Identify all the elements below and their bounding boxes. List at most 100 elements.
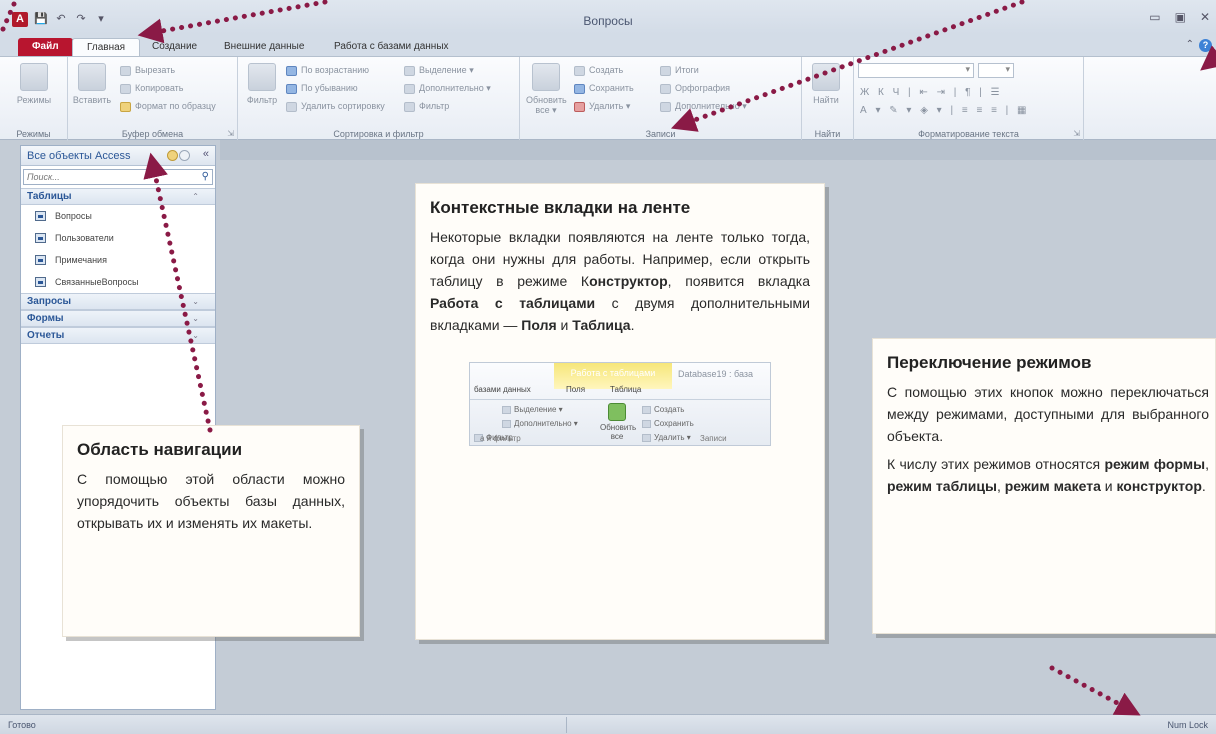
- callout-tabs-bold-1: онструктор: [589, 273, 668, 289]
- totals-button[interactable]: Итоги: [660, 65, 699, 76]
- new-record-button[interactable]: Создать: [574, 65, 623, 76]
- callout-tabs-bold-3: Поля: [521, 317, 557, 333]
- callout-modes-title: Переключение режимов: [887, 353, 1092, 372]
- font-name-combo[interactable]: [858, 63, 974, 78]
- close-icon[interactable]: ✕: [1200, 10, 1210, 24]
- views-button[interactable]: Режимы: [14, 63, 54, 105]
- refresh-label: Обновить все: [526, 95, 567, 115]
- nav-item-label: Примечания: [55, 255, 107, 265]
- mini-tab-db: базами данных: [474, 385, 531, 394]
- group-views-label: Режимы: [16, 129, 51, 139]
- group-sort-filter: Фильтр По возрастанию По убыванию Удалит…: [238, 57, 520, 141]
- text-format-row-1[interactable]: Ж К Ч | ⇤ ⇥ | ¶ | ☰: [860, 87, 1003, 98]
- mini-tab-fields: Поля: [566, 385, 586, 394]
- status-divider: [566, 717, 567, 733]
- format-painter-button[interactable]: Формат по образцу: [120, 101, 216, 112]
- callout-tabs-text-2: , появится вкладка: [667, 273, 810, 289]
- nav-item-table[interactable]: Примечания: [21, 249, 215, 271]
- text-format-launcher-icon[interactable]: ⇲: [1073, 129, 1080, 138]
- mini-new-icon: [642, 405, 651, 414]
- refresh-all-button[interactable]: Обновить все ▾: [526, 63, 567, 116]
- mini-divider: [470, 399, 770, 400]
- advanced-filter-button[interactable]: Дополнительно ▾: [404, 83, 491, 94]
- nav-item-table[interactable]: СвязанныеВопросы: [21, 271, 215, 293]
- nav-group-tables[interactable]: Таблицы ⌃: [21, 188, 215, 205]
- maximize-icon[interactable]: ▣: [1175, 10, 1186, 24]
- more-records-button[interactable]: Дополнительно ▾: [660, 101, 747, 112]
- nav-title[interactable]: Все объекты Access: [27, 150, 130, 162]
- mini-refresh-label: Обновить все: [600, 423, 637, 441]
- chevron-down-icon: ⌄: [192, 297, 199, 306]
- status-bar: Готово Num Lock: [0, 714, 1216, 734]
- mini-advanced: Дополнительно ▾: [502, 419, 578, 428]
- table-icon: [35, 277, 46, 287]
- nav-item-label: Пользователи: [55, 233, 114, 243]
- filter-button[interactable]: Фильтр: [242, 63, 282, 105]
- callout-navigation-pane: Область навигации С помощью этой области…: [62, 425, 360, 637]
- new-record-icon: [574, 65, 585, 76]
- mode-design: конструктор: [1116, 478, 1202, 494]
- sort-desc-icon: [286, 83, 297, 94]
- mini-advanced-label: Дополнительно: [514, 419, 572, 428]
- binoculars-icon: [812, 63, 840, 91]
- minimize-ribbon-icon[interactable]: ⌃: [1186, 39, 1194, 50]
- mode-layout: режим макета: [1004, 478, 1101, 494]
- spelling-button[interactable]: Орфография: [660, 83, 730, 94]
- delete-record-button[interactable]: Удалить ▾: [574, 101, 630, 112]
- nav-group-reports[interactable]: Отчеты ⌄: [21, 327, 215, 344]
- sigma-icon: [660, 65, 671, 76]
- nav-dropdown-icon[interactable]: [179, 150, 190, 161]
- nav-search-input[interactable]: [24, 170, 189, 184]
- callout-view-switching: Переключение режимов С помощью этих кноп…: [872, 338, 1216, 634]
- sort-asc-icon: [286, 65, 297, 76]
- filter-label: Фильтр: [246, 95, 278, 105]
- minimize-icon[interactable]: ▭: [1149, 10, 1160, 24]
- chevron-down-icon: ⌄: [192, 331, 199, 340]
- clipboard-launcher-icon[interactable]: ⇲: [227, 129, 234, 138]
- tab-create[interactable]: Создание: [138, 38, 211, 56]
- remove-sort-button[interactable]: Удалить сортировку: [286, 101, 385, 112]
- nav-item-table[interactable]: Вопросы: [21, 205, 215, 227]
- ribbon: Режимы Режимы Вставить Вырезать Копирова…: [0, 56, 1216, 141]
- tab-database-tools[interactable]: Работа с базами данных: [320, 38, 463, 56]
- sort-asc-button[interactable]: По возрастанию: [286, 65, 369, 76]
- callout-tabs-bold-4: Таблица: [572, 317, 631, 333]
- tab-file[interactable]: Файл: [18, 38, 73, 56]
- toggle-filter-label: Фильтр: [419, 101, 450, 111]
- nav-group-tables-label: Таблицы: [27, 191, 72, 202]
- search-icon[interactable]: ⚲: [202, 171, 209, 182]
- save-record-label: Сохранить: [589, 83, 634, 93]
- tab-home[interactable]: Главная: [72, 38, 141, 56]
- funnel-icon: [248, 63, 276, 91]
- nav-collapse-icon[interactable]: «: [203, 148, 209, 160]
- table-icon: [35, 233, 46, 243]
- nav-item-label: СвязанныеВопросы: [55, 277, 139, 287]
- nav-menu-icon[interactable]: [167, 150, 178, 161]
- font-size-combo[interactable]: [978, 63, 1014, 78]
- paste-button[interactable]: Вставить: [72, 63, 112, 105]
- find-label: Найти: [813, 95, 839, 105]
- sort-desc-button[interactable]: По убыванию: [286, 83, 358, 94]
- sep-3: и: [1100, 478, 1117, 494]
- title-bar: A 💾 ↶ ↷ ▾ Вопросы ▭ ▣ ✕: [0, 0, 1216, 34]
- spelling-label: Орфография: [675, 83, 731, 93]
- copy-button[interactable]: Копировать: [120, 83, 183, 94]
- nav-group-queries[interactable]: Запросы ⌄: [21, 293, 215, 310]
- mini-selection: Выделение ▾: [502, 405, 563, 414]
- mini-footer-sort: а и фильтр: [480, 434, 521, 443]
- sort-desc-label: По убыванию: [301, 83, 358, 93]
- nav-item-table[interactable]: Пользователи: [21, 227, 215, 249]
- cut-button[interactable]: Вырезать: [120, 65, 175, 76]
- save-record-button[interactable]: Сохранить: [574, 83, 634, 94]
- mini-delete-label: Удалить: [654, 433, 685, 442]
- tab-external-data[interactable]: Внешние данные: [210, 38, 318, 56]
- advanced-icon: [404, 83, 415, 94]
- find-button[interactable]: Найти: [806, 63, 846, 105]
- help-icon[interactable]: ?: [1199, 39, 1212, 52]
- nav-header[interactable]: Все объекты Access «: [21, 146, 215, 166]
- toggle-filter-button[interactable]: Фильтр: [404, 101, 449, 112]
- selection-button[interactable]: Выделение ▾: [404, 65, 474, 76]
- nav-group-forms[interactable]: Формы ⌄: [21, 310, 215, 327]
- mini-refresh-icon: [608, 403, 626, 421]
- text-format-row-2[interactable]: А ▾ ✎ ▾ ◈ ▾ | ≡ ≡ ≡ | ▦: [860, 105, 1030, 116]
